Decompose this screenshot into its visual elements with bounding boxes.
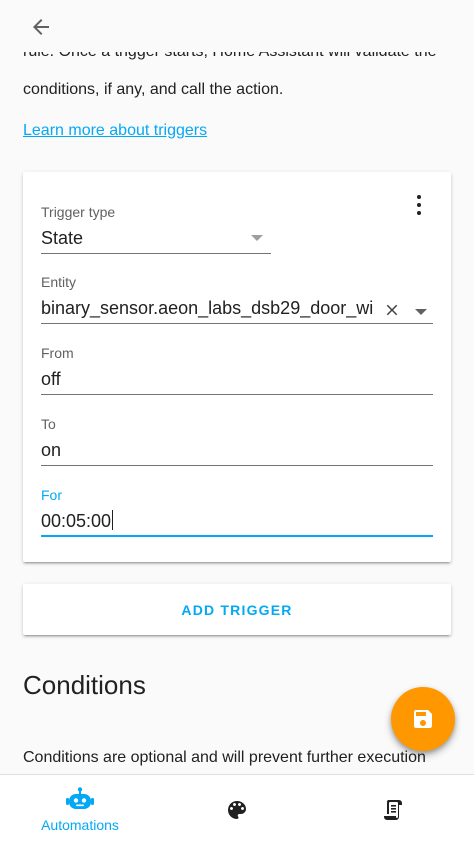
palette-icon <box>228 801 246 819</box>
trigger-card: Trigger type State Entity binary_sensor.… <box>23 172 451 562</box>
robot-icon <box>66 787 94 809</box>
arrow-left-icon <box>33 19 49 35</box>
top-app-bar <box>0 0 474 52</box>
for-input[interactable]: 00:05:00 <box>41 509 433 537</box>
trigger-type-label: Trigger type <box>41 204 116 220</box>
automation-editor-page: rule. Once a trigger starts, Home Assist… <box>0 0 474 844</box>
save-icon <box>414 710 432 728</box>
nav-theme[interactable] <box>207 775 267 844</box>
trigger-type-value: State <box>41 226 271 254</box>
learn-more-triggers-link[interactable]: Learn more about triggers <box>23 122 207 140</box>
chevron-down-icon[interactable] <box>415 309 427 315</box>
entity-input[interactable]: binary_sensor.aeon_labs_dsb29_door_wi <box>41 296 433 324</box>
conditions-heading: Conditions <box>23 670 146 700</box>
intro-text-clipped: rule. Once a trigger starts, Home Assist… <box>23 50 437 60</box>
to-field[interactable]: To on <box>41 416 433 466</box>
dots-vertical-icon <box>417 195 421 199</box>
trigger-menu-button[interactable] <box>409 192 429 218</box>
entity-picker[interactable]: Entity binary_sensor.aeon_labs_dsb29_doo… <box>41 274 433 324</box>
entity-value: binary_sensor.aeon_labs_dsb29_door_wi <box>41 298 374 318</box>
add-trigger-button[interactable]: ADD TRIGGER <box>23 584 451 635</box>
entity-label: Entity <box>41 274 77 290</box>
nav-automations[interactable]: Automations <box>30 775 130 844</box>
to-label: To <box>41 416 56 432</box>
bottom-navigation: Automations <box>0 774 474 844</box>
back-button[interactable] <box>24 10 58 44</box>
intro-text: conditions, if any, and call the action. <box>23 81 284 98</box>
nav-automations-label: Automations <box>41 817 119 833</box>
close-icon[interactable] <box>383 301 401 319</box>
for-label: For <box>41 487 62 503</box>
script-icon <box>384 800 402 820</box>
for-field[interactable]: For 00:05:00 <box>41 487 433 537</box>
text-cursor <box>112 510 114 530</box>
to-input[interactable]: on <box>41 438 433 466</box>
from-field[interactable]: From off <box>41 345 433 395</box>
nav-scripts[interactable] <box>364 775 424 844</box>
trigger-type-select[interactable]: Trigger type State <box>41 204 271 254</box>
save-button[interactable] <box>391 687 455 751</box>
from-input[interactable]: off <box>41 367 433 395</box>
conditions-description: Conditions are optional and will prevent… <box>23 749 426 766</box>
from-label: From <box>41 345 74 361</box>
chevron-down-icon <box>251 235 263 241</box>
